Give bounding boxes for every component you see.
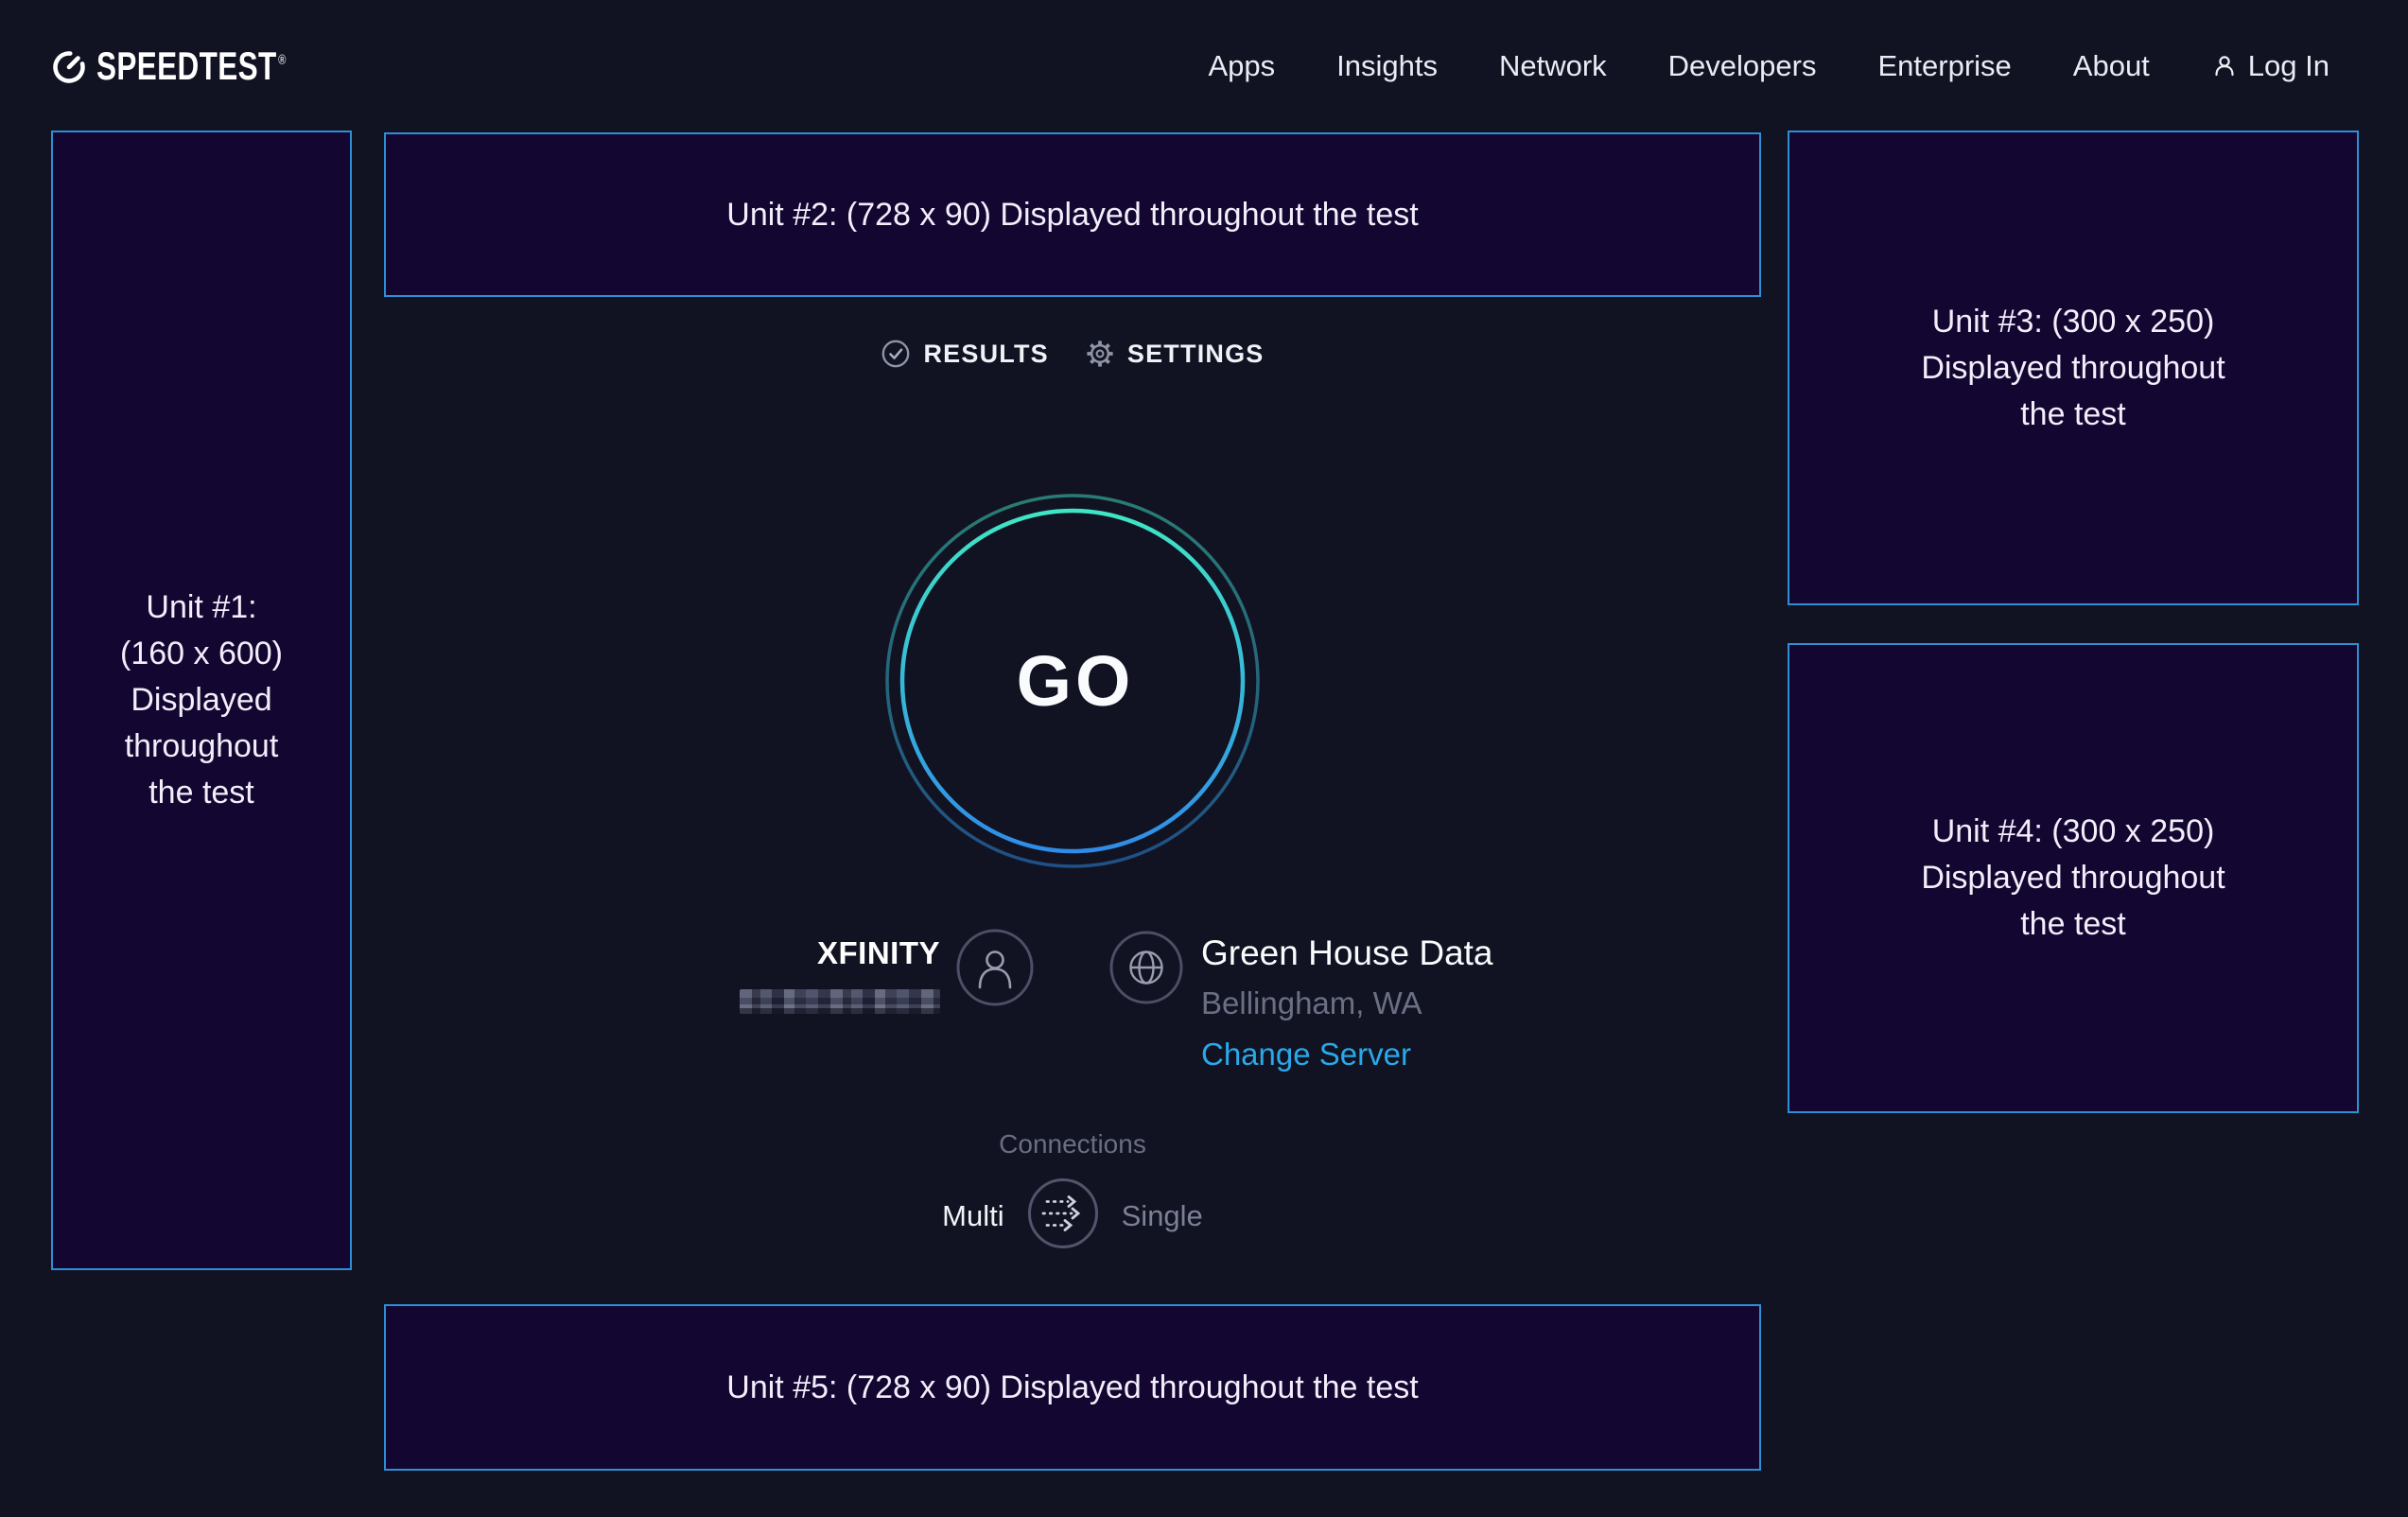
server-info: Green House Data Bellingham, WA Change S… [1201, 933, 1493, 1072]
ad-unit-5-leaderboard: Unit #5: (728 x 90) Displayed throughout… [384, 1304, 1761, 1471]
server-name: Green House Data [1201, 933, 1493, 974]
nav-item-apps[interactable]: Apps [1208, 49, 1275, 83]
gear-icon [1085, 339, 1115, 369]
nav-item-enterprise[interactable]: Enterprise [1877, 49, 2011, 83]
top-nav: SPEEDTEST® Apps Insights Network Develop… [0, 0, 2408, 132]
nav-item-about[interactable]: About [2073, 49, 2150, 83]
server-globe-icon [1109, 931, 1183, 1009]
connections-single-option[interactable]: Single [1122, 1199, 1203, 1233]
ad-unit-1-skyscraper: Unit #1: (160 x 600) Displayed throughou… [51, 131, 352, 1270]
tabs-row: RESULTS SETTINGS [384, 339, 1761, 369]
check-circle-icon [881, 339, 911, 369]
censored-ip-address [740, 989, 940, 1014]
tab-settings[interactable]: SETTINGS [1085, 339, 1265, 369]
isp-name: XFINITY [740, 936, 940, 970]
ad-unit-3-rectangle: Unit #3: (300 x 250) Displayed throughou… [1788, 131, 2359, 605]
server-location: Bellingham, WA [1201, 985, 1493, 1021]
connections-toggle-row: Multi Single [384, 1177, 1761, 1254]
brand-name: SPEEDTEST® [96, 44, 287, 89]
ad-unit-5-label: Unit #5: (728 x 90) Displayed throughout… [726, 1365, 1418, 1411]
isp-user-circle-icon[interactable] [956, 929, 1034, 1011]
login-label: Log In [2248, 49, 2329, 83]
ad-unit-2-leaderboard: Unit #2: (728 x 90) Displayed throughout… [384, 132, 1761, 297]
tab-results[interactable]: RESULTS [881, 339, 1048, 369]
user-icon [2211, 53, 2238, 79]
trademark-symbol: ® [278, 52, 287, 68]
nav-menu: Apps Insights Network Developers Enterpr… [1208, 49, 2329, 83]
speedtest-logo[interactable]: SPEEDTEST® [51, 44, 350, 89]
ad-unit-3-label: Unit #3: (300 x 250) Displayed throughou… [1875, 299, 2272, 438]
nav-item-insights[interactable]: Insights [1336, 49, 1438, 83]
connections-toggle-icon[interactable] [1027, 1177, 1099, 1254]
go-button[interactable]: GO [883, 492, 1262, 870]
ad-unit-2-label: Unit #2: (728 x 90) Displayed throughout… [726, 192, 1418, 238]
connections-multi-option[interactable]: Multi [942, 1199, 1003, 1233]
ad-unit-4-label: Unit #4: (300 x 250) Displayed throughou… [1875, 809, 2272, 948]
speedtest-gauge-icon [51, 48, 87, 84]
ad-unit-4-rectangle: Unit #4: (300 x 250) Displayed throughou… [1788, 643, 2359, 1113]
connections-label: Connections [384, 1129, 1761, 1160]
tab-results-label: RESULTS [923, 340, 1048, 369]
tab-settings-label: SETTINGS [1127, 340, 1265, 369]
isp-info: XFINITY [740, 936, 940, 1014]
speedtest-page: SPEEDTEST® Apps Insights Network Develop… [0, 0, 2408, 1517]
go-label: GO [883, 492, 1262, 870]
ad-unit-1-label: Unit #1: (160 x 600) Displayed throughou… [107, 584, 296, 816]
login-button[interactable]: Log In [2211, 49, 2329, 83]
nav-item-developers[interactable]: Developers [1668, 49, 1817, 83]
change-server-link[interactable]: Change Server [1201, 1037, 1411, 1072]
nav-item-network[interactable]: Network [1499, 49, 1607, 83]
